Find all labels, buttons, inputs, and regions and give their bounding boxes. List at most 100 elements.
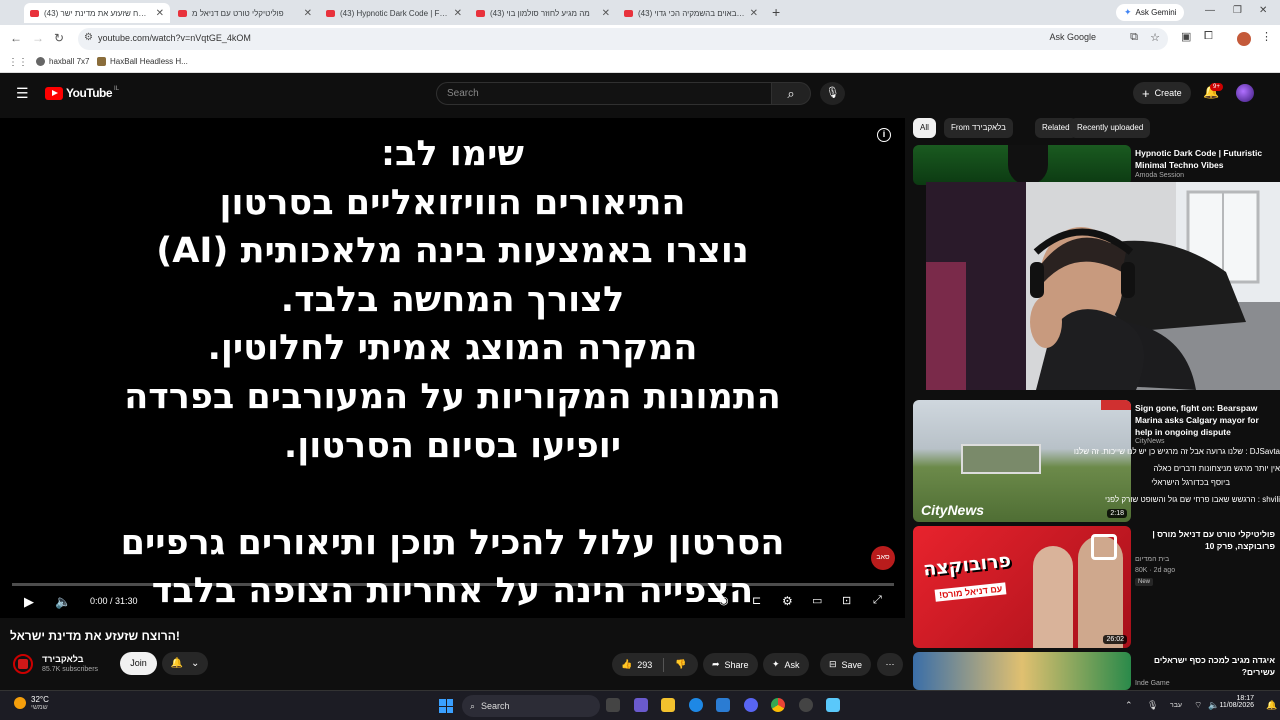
extension-icon[interactable]: ▣ [1181,30,1191,43]
bookmark-haxball[interactable]: haxball 7x7 [36,57,89,66]
ask-google-button[interactable]: Ask Google [1049,32,1096,42]
video-thumbnail[interactable]: פרובוקצה עם דניאל מורס! 26:02 [913,526,1131,648]
omnibox[interactable]: ⚙ youtube.com/watch?v=nVqtGE_4kOM Ask Go… [78,28,1168,50]
like-icon[interactable]: 👍 [621,659,632,670]
share-button[interactable]: ➦ Share [703,653,758,676]
browser-tab[interactable]: (43) Hypnotic Dark Code | Futur ✕ [320,3,468,23]
close-tab-icon[interactable]: ✕ [304,8,312,19]
browser-tab[interactable]: (43) הרוצח שזעזע את מדינת ישר ✕ [24,3,170,23]
ask-button[interactable]: ✦ Ask [763,653,809,676]
video-thumbnail[interactable] [913,652,1131,690]
taskbar-search[interactable]: ⌕ Search [462,695,600,717]
chip-from-channel[interactable]: From בלאקבירד [944,118,1013,138]
wifi-icon[interactable]: ⌔ [1194,700,1202,711]
clock[interactable]: 18:17 11/08/2026 [1219,695,1270,709]
create-button[interactable]: + Create [1133,82,1191,104]
close-tab-icon[interactable]: ✕ [602,8,610,19]
youtube-logo[interactable]: YouTube IL [45,86,119,100]
search-button[interactable]: ⌕ [771,82,811,105]
video-card-channel[interactable]: CityNews [1135,438,1165,445]
chrome-icon[interactable] [771,698,785,712]
new-tab-button[interactable]: + [772,4,780,20]
stream-chat-overlay: DJSavta : שלנו גרועה אבל זה מרגיש כן יש … [1035,445,1280,507]
miniplayer-icon[interactable]: ▭ [812,594,822,607]
site-info-icon[interactable]: ⚙ [84,32,93,43]
microphone-icon[interactable]: 🎙 [1147,700,1158,711]
subtitles-icon[interactable]: ⊏ [752,594,761,607]
forward-icon[interactable]: → [32,31,44,45]
reload-icon[interactable]: ↻ [54,31,64,45]
ask-gemini-button[interactable]: ✦ Ask Gemini [1116,4,1185,21]
weather-widget[interactable]: 32°C שמשי [14,695,49,711]
volume-icon[interactable]: 🔈 [55,594,71,610]
browser-tab[interactable]: (43) מה מגיע לחוזר סולמון בוי ✕ [470,3,616,23]
more-actions-button[interactable]: ⋯ [877,653,903,676]
video-card-title[interactable]: איגדה מגיב למכה כסף ישראלים עשירים? [1135,654,1275,678]
language-indicator[interactable]: עבר [1170,702,1182,709]
install-app-icon[interactable]: ⧉ [1130,31,1138,44]
task-view-icon[interactable] [606,698,620,712]
url-text[interactable]: youtube.com/watch?v=nVqtGE_4kOM [98,33,251,43]
sidebar-video[interactable]: Hypnotic Dark Code | Futuristic Minimal … [913,145,1273,185]
cast-icon[interactable]: ⊡ [842,594,851,607]
channel-watermark[interactable]: סאב [871,546,895,570]
join-button[interactable]: Join [120,652,157,675]
video-card-channel[interactable]: בית המדיום [1135,556,1169,563]
video-card-channel[interactable]: Inde Game [1135,680,1170,687]
video-player[interactable]: i שימו לב: התיאורים הוויזואליים בסרטון נ… [0,118,905,618]
channel-name[interactable]: בלאקבירד [42,654,83,664]
app-icon[interactable] [826,698,840,712]
file-explorer-icon[interactable] [661,698,675,712]
video-card-title[interactable]: Hypnotic Dark Code | Futuristic Minimal … [1135,147,1275,171]
voice-search-button[interactable]: 🎙 [820,82,845,105]
close-tab-icon[interactable]: ✕ [750,8,758,19]
video-card-meta: 80K · 2d ago [1135,567,1176,574]
progress-bar[interactable] [12,583,894,586]
chip-recently-uploaded[interactable]: Recently uploaded [1070,118,1151,138]
tray-chevron-icon[interactable]: ⌃ [1125,700,1133,711]
video-card-channel[interactable]: Amoda Session [1135,172,1184,179]
windows-start-icon[interactable] [439,699,453,713]
browser-tab[interactable]: (43) חרבאוים בהשמקיה הכי גדוי ✕ [618,3,764,23]
video-thumbnail[interactable] [913,145,1131,185]
profile-avatar[interactable] [1237,32,1251,46]
minimize-icon[interactable]: — [1205,5,1215,16]
volume-icon[interactable]: 🔈 [1208,700,1219,711]
teams-icon[interactable] [634,698,648,712]
discord-icon[interactable] [744,698,758,712]
close-window-icon[interactable]: ✕ [1259,5,1267,16]
search-input[interactable]: Search [436,82,772,105]
sun-icon [14,697,26,709]
maximize-icon[interactable]: ❐ [1233,5,1242,16]
chrome-menu-icon[interactable]: ⋮ [1261,30,1272,43]
menu-icon[interactable]: ☰ [16,85,29,102]
video-card-title[interactable]: פוליטיקלי טורט עם דניאל מורס | פרובוקצה,… [1135,528,1275,552]
apps-grid-icon[interactable]: ⋮⋮ [8,57,28,68]
back-icon[interactable]: ← [10,31,22,45]
extensions-puzzle-icon[interactable]: ⧠ [1204,30,1213,43]
app-icon[interactable] [799,698,813,712]
close-tab-icon[interactable]: ✕ [454,8,462,19]
bookmark-star-icon[interactable]: ☆ [1150,31,1160,44]
dislike-icon[interactable]: 👎 [675,659,686,670]
browser-tab[interactable]: פוליטיקלי טורט עם דניאל מ ✕ [172,3,318,23]
save-button[interactable]: ⊟ Save [820,653,872,676]
store-icon[interactable] [716,698,730,712]
search-icon: ⌕ [470,700,476,711]
chip-all[interactable]: All [913,118,936,138]
edge-icon[interactable] [689,698,703,712]
play-icon[interactable]: ▶ [24,594,34,610]
subscription-bell-button[interactable]: 🔔 ⌄ [162,652,208,675]
video-card-title[interactable]: Sign gone, fight on: Bearspaw Marina ask… [1135,402,1275,438]
sidebar-video[interactable]: איגדה מגיב למכה כסף ישראלים עשירים? Inde… [913,652,1275,690]
close-tab-icon[interactable]: ✕ [156,8,164,19]
sidebar-video[interactable]: פרובוקצה עם דניאל מורס! 26:02 פוליטיקלי … [913,526,1275,648]
youtube-account-avatar[interactable] [1236,84,1254,102]
like-count[interactable]: 293 [637,660,652,670]
fullscreen-icon[interactable]: ⤢ [873,594,882,607]
autoplay-toggle-icon[interactable]: ◉ [719,594,729,607]
settings-gear-icon[interactable]: ⚙ [782,594,793,608]
bookmark-haxball-headless[interactable]: HaxBall Headless H... [97,57,188,66]
notification-icon[interactable]: 🔔 [1266,700,1277,711]
channel-avatar[interactable] [13,654,33,674]
